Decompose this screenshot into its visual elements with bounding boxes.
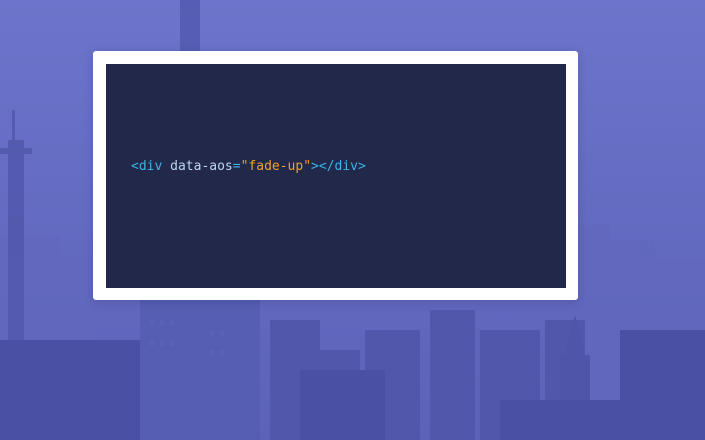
code-equals: = <box>232 159 241 174</box>
code-attribute-value: "fade-up" <box>240 159 312 174</box>
code-attribute-name: data-aos <box>170 159 233 174</box>
code-tag-close: > <box>311 159 319 174</box>
code-snippet: <div data-aos="fade-up"></div> <box>131 159 366 175</box>
code-open-tag: <div <box>131 159 163 174</box>
code-panel: <div data-aos="fade-up"></div> <box>106 64 566 288</box>
code-closing-tag: </div> <box>318 159 366 174</box>
code-example-frame: <div data-aos="fade-up"></div> <box>93 51 578 300</box>
